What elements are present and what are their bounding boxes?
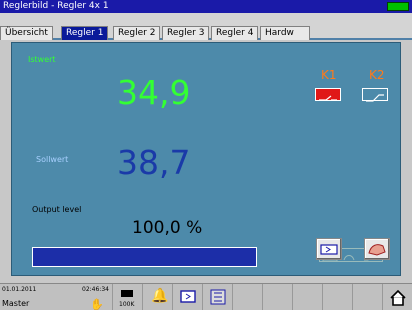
home-icon <box>390 289 406 306</box>
hand-control-button[interactable] <box>364 238 390 260</box>
sollwert-label: Sollwert <box>36 155 69 164</box>
status-slot-8[interactable] <box>322 284 352 310</box>
tab-regler-1[interactable]: Regler 1 <box>61 26 109 40</box>
k1-switch-icon <box>315 88 341 101</box>
home-button[interactable] <box>382 284 412 310</box>
screen-icon <box>180 290 196 303</box>
istwert-label: Istwert <box>28 55 56 64</box>
k2-label: K2 <box>369 68 385 82</box>
status-slot-6[interactable] <box>262 284 292 310</box>
screen-button[interactable] <box>172 284 202 310</box>
tab-bar: Übersicht Regler 1 Regler 2 Regler 3 Reg… <box>0 13 412 40</box>
tab-hardware[interactable]: Hardw <box>260 26 310 40</box>
status-slot-7[interactable] <box>292 284 322 310</box>
output-level-bar <box>32 247 257 267</box>
output-level-label: Output level <box>32 205 82 214</box>
memory-indicator: 100K <box>112 284 142 310</box>
window-title: Reglerbild - Regler 4x 1 <box>3 1 109 11</box>
sollwert-value: 38,7 <box>117 143 191 182</box>
tab-regler-2[interactable]: Regler 2 <box>113 26 161 40</box>
manual-mode-button[interactable] <box>316 238 342 260</box>
screens-list-icon <box>210 289 226 305</box>
alarm-bell-button[interactable]: 🔔 <box>142 284 172 310</box>
window-title-bar: Reglerbild - Regler 4x 1 <box>0 0 412 13</box>
output-level-value: 100,0 % <box>132 218 203 238</box>
istwert-value: 34,9 <box>117 73 191 112</box>
memory-value: 100K <box>119 301 135 308</box>
screens-list-button[interactable] <box>202 284 232 310</box>
status-time: 02:46:34 <box>82 286 109 293</box>
tab-uebersicht[interactable]: Übersicht <box>0 26 53 40</box>
window-control-button[interactable] <box>387 2 409 11</box>
user-hand-icon: ✋ <box>90 298 104 310</box>
status-date: 01.01.2011 <box>2 286 37 293</box>
k1-label: K1 <box>321 68 337 82</box>
tab-regler-3[interactable]: Regler 3 <box>162 26 210 40</box>
memory-card-icon <box>121 290 133 297</box>
bell-icon: 🔔 <box>151 288 169 304</box>
tab-regler-4[interactable]: Regler 4 <box>211 26 259 40</box>
controller-panel: Istwert 34,9 Sollwert 38,7 Output level … <box>11 42 401 276</box>
status-slot-9[interactable] <box>352 284 382 310</box>
status-bar: 01.01.2011 02:46:34 Master ✋ 100K 🔔 <box>0 283 412 310</box>
status-user: Master <box>2 299 30 308</box>
k2-switch-icon <box>362 88 388 102</box>
status-slot-5[interactable] <box>232 284 262 310</box>
